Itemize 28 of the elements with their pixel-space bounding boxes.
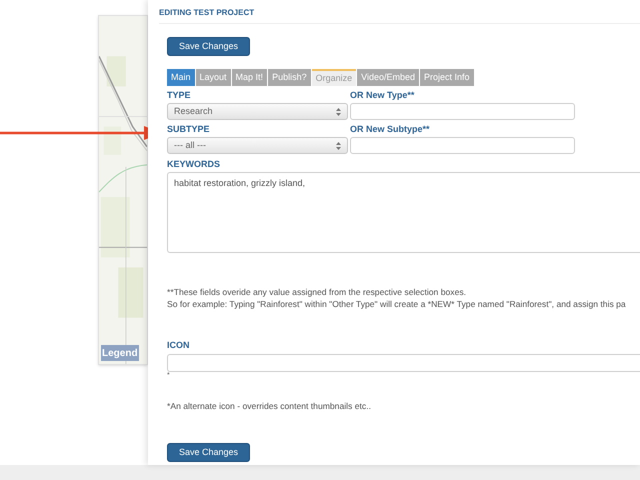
subtype-select[interactable]: --- all --- [167,137,348,154]
field-label: OR New Type** [350,90,414,100]
note-text: So for example: Typing "Rainforest" within "Other Type" will create a *NEW* Type named "Rainforest", and assign this pa [167,298,627,310]
chevron-updown-icon [336,142,341,150]
save-changes-button[interactable]: Save Changes [167,37,250,56]
tab[interactable]: Video/Embed [357,69,419,86]
new-type-field[interactable] [350,103,575,120]
field-label: SUBTYPE [167,124,211,134]
field-label: TYPE [167,90,192,100]
editor-title: EDITING TEST PROJECT [159,7,256,19]
tab[interactable]: Main [167,69,195,86]
type-select[interactable]: Research [167,103,348,120]
save-changes-button[interactable]: Save Changes [167,443,250,462]
legend-button[interactable]: Legend [101,345,139,361]
field-label: ICON [167,340,190,350]
note-text: **These fields overide any value assigned from the respective selection boxes. [167,286,468,298]
icon-note: *An alternate icon - overrides content thumbnails etc.. [167,400,372,413]
new-subtype-field[interactable] [350,137,575,154]
tab[interactable]: Publish? [268,69,311,86]
field-label: KEYWORDS [167,159,222,169]
keywords-field[interactable]: habitat restoration, grizzly island, [167,172,640,253]
tab[interactable]: Map It! [232,69,268,86]
tab[interactable]: Layout [196,69,231,86]
tab[interactable]: Organize [312,69,356,86]
tab[interactable]: Project Info [420,69,474,86]
icon-field[interactable] [167,354,640,372]
chevron-updown-icon [336,108,341,116]
field-label: OR New Subtype** [350,124,430,134]
